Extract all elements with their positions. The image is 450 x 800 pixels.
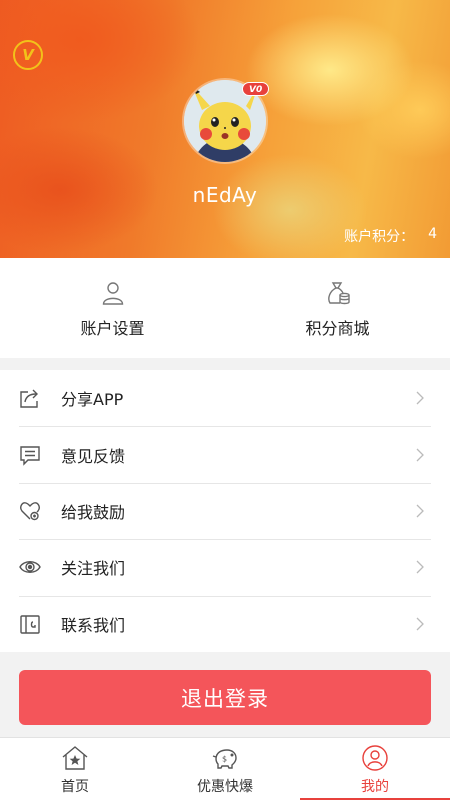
tab-home[interactable]: 首页 — [0, 738, 150, 800]
settings-menu: 分享APP 意见反馈 给我鼓励 关注我们 联系我们 — [0, 370, 450, 652]
home-icon — [62, 746, 88, 770]
chevron-right-icon — [416, 391, 424, 405]
money-bag-icon — [327, 282, 350, 305]
profile-header: V V0 nEdAy 账户积分： 4 — [0, 0, 450, 258]
logout-button[interactable]: 退出登录 — [19, 670, 431, 725]
menu-item-label: 意见反馈 — [61, 446, 126, 466]
account-points: 账户积分： 4 — [344, 226, 437, 246]
menu-item-encourage[interactable]: 给我鼓励 — [0, 482, 450, 539]
svg-text:$: $ — [222, 755, 227, 764]
tab-label: 我的 — [361, 779, 389, 795]
feedback-icon — [20, 445, 40, 466]
menu-item-label: 关注我们 — [61, 559, 126, 579]
account-settings-button[interactable]: 账户设置 — [0, 258, 225, 358]
chevron-right-icon — [416, 504, 424, 518]
vip-badge-icon[interactable]: V — [13, 40, 43, 70]
menu-item-feedback[interactable]: 意见反馈 — [0, 426, 450, 482]
user-icon — [102, 282, 123, 305]
menu-item-follow-us[interactable]: 关注我们 — [0, 539, 450, 595]
menu-item-label: 分享APP — [61, 390, 124, 410]
tab-label: 首页 — [61, 779, 89, 795]
shortcut-row: 账户设置 积分商城 — [0, 258, 450, 358]
tab-label: 优惠快爆 — [197, 779, 253, 795]
menu-item-contact-us[interactable]: 联系我们 — [0, 595, 450, 652]
contact-icon — [20, 615, 40, 634]
tab-deals[interactable]: $ 优惠快爆 — [150, 738, 300, 800]
profile-icon — [362, 745, 388, 771]
bottom-tab-bar: 首页 $ 优惠快爆 我的 — [0, 737, 450, 800]
eye-icon — [19, 561, 41, 574]
piggy-bank-icon: $ — [212, 749, 237, 769]
shortcut-label: 账户设置 — [80, 319, 145, 338]
shortcut-label: 积分商城 — [305, 319, 370, 338]
chevron-right-icon — [416, 617, 424, 631]
level-badge: V0 — [242, 82, 270, 96]
heart-icon — [20, 502, 40, 521]
chevron-right-icon — [416, 560, 424, 574]
share-icon — [20, 389, 38, 408]
points-mall-button[interactable]: 积分商城 — [225, 258, 450, 358]
menu-item-label: 联系我们 — [61, 615, 126, 635]
points-value: 4 — [428, 226, 437, 242]
tab-mine[interactable]: 我的 — [300, 738, 450, 800]
username: nEdAy — [192, 183, 258, 207]
menu-item-share-app[interactable]: 分享APP — [0, 370, 450, 426]
menu-item-label: 给我鼓励 — [61, 502, 126, 522]
chevron-right-icon — [416, 448, 424, 462]
points-label: 账户积分： — [344, 229, 415, 245]
